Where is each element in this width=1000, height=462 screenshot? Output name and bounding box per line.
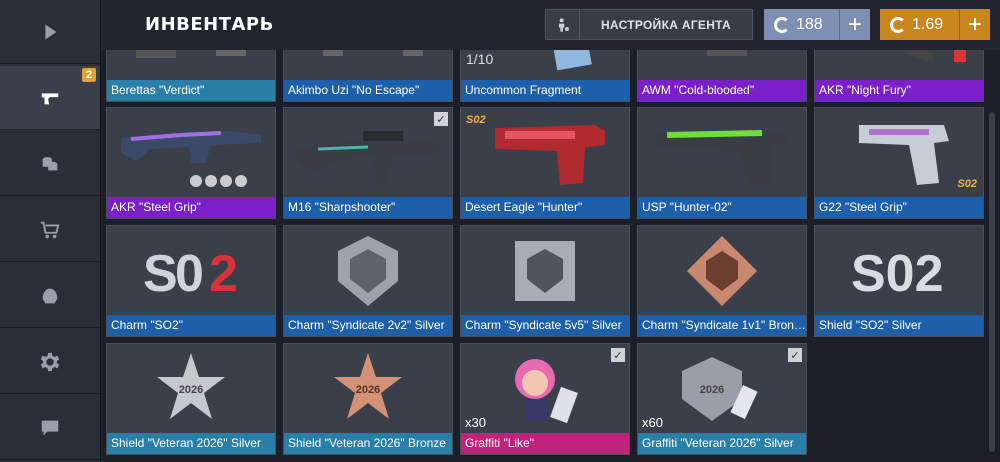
- helmet-icon: [42, 288, 58, 303]
- item-name: Shield "Veteran 2026" Bronze: [284, 433, 452, 454]
- item-image: [461, 344, 629, 433]
- item-name: G22 "Steel Grip": [815, 197, 983, 218]
- item-name: Shield "Veteran 2026" Silver: [107, 433, 275, 454]
- sidebar-item-chat[interactable]: [0, 396, 100, 460]
- inventory-item[interactable]: S02 Charm "SO2": [106, 225, 276, 337]
- item-name: Charm "Syndicate 2v2" Silver: [284, 315, 452, 336]
- agent-settings-label: НАСТРОЙКА АГЕНТА: [600, 17, 732, 32]
- item-image: [461, 108, 629, 197]
- item-name: USP "Hunter-02": [638, 197, 806, 218]
- inventory-item[interactable]: Charm "Syndicate 5v5" Silver: [460, 225, 630, 337]
- inventory-item[interactable]: Berettas "Verdict": [106, 50, 276, 102]
- item-name: Charm "Syndicate 5v5" Silver: [461, 315, 629, 336]
- coins-icon: [42, 156, 58, 170]
- inventory-item[interactable]: USP "Hunter-02": [637, 107, 807, 219]
- inventory-item[interactable]: 1/10 Uncommon Fragment: [460, 50, 630, 102]
- inventory-item[interactable]: S02 G22 "Steel Grip": [814, 107, 984, 219]
- item-name: Berettas "Verdict": [107, 80, 275, 101]
- inventory-item[interactable]: S02 Shield "SO2" Silver: [814, 225, 984, 337]
- item-image: [815, 50, 983, 80]
- item-image: [284, 226, 452, 315]
- silver-coin-icon: [774, 16, 790, 33]
- pistol-icon: [41, 92, 59, 104]
- item-name: Charm "Syndicate 1v1" Bronze: [638, 315, 806, 336]
- inventory-item[interactable]: AKR "Steel Grip": [106, 107, 276, 219]
- silver-balance: 188: [796, 15, 823, 33]
- shield-year: 2026: [356, 384, 380, 396]
- item-image: [638, 226, 806, 315]
- inventory-item[interactable]: 2026 Shield "Veteran 2026" Silver: [106, 343, 276, 455]
- sidebar: 2: [0, 0, 101, 462]
- inventory-item[interactable]: Charm "Syndicate 1v1" Bronze: [637, 225, 807, 337]
- item-name: Akimbo Uzi "No Escape": [284, 80, 452, 101]
- item-image: [284, 108, 452, 197]
- item-name: Desert Eagle "Hunter": [461, 197, 629, 218]
- inventory-item[interactable]: AWM "Cold-blooded": [637, 50, 807, 102]
- play-icon: [45, 24, 57, 39]
- item-name: AWM "Cold-blooded": [638, 80, 806, 101]
- graffiti-year: 2026: [700, 384, 724, 396]
- inventory-item[interactable]: S02 Desert Eagle "Hunter": [460, 107, 630, 219]
- item-name: AKR "Night Fury": [815, 80, 983, 101]
- inventory-grid: Berettas "Verdict" Akimbo Uzi "No Escape…: [106, 50, 986, 462]
- inventory-item[interactable]: 2026 Shield "Veteran 2026" Bronze: [283, 343, 453, 455]
- sidebar-item-inventory[interactable]: 2: [0, 66, 100, 130]
- item-image: S02: [815, 226, 983, 315]
- inventory-item[interactable]: ✓ x60 2026 Graffiti "Veteran 2026" Silve…: [637, 343, 807, 455]
- sidebar-item-agents[interactable]: [0, 264, 100, 328]
- inventory-item[interactable]: ✓ x30 Graffiti "Like": [460, 343, 630, 455]
- inventory-item[interactable]: AKR "Night Fury": [814, 50, 984, 102]
- gold-currency: 1.69 +: [880, 9, 990, 40]
- cart-icon: [40, 221, 60, 238]
- item-image: S02: [107, 226, 275, 315]
- item-name: AKR "Steel Grip": [107, 197, 275, 218]
- add-silver-button[interactable]: +: [839, 9, 870, 40]
- item-image: 2026: [284, 344, 452, 433]
- svg-text:0: 0: [175, 245, 204, 303]
- sidebar-item-play[interactable]: [0, 0, 100, 64]
- item-image: [461, 226, 629, 315]
- shield-year: 2026: [179, 384, 203, 396]
- sidebar-item-shop[interactable]: [0, 198, 100, 262]
- item-name: Graffiti "Like": [461, 433, 629, 454]
- silver-currency: 188 +: [764, 9, 870, 40]
- item-name: Charm "SO2": [107, 315, 275, 336]
- item-image: 2026: [638, 344, 806, 433]
- item-image: [461, 50, 629, 80]
- item-image: 2026: [107, 344, 275, 433]
- item-image: [107, 108, 275, 197]
- svg-text:S: S: [143, 245, 178, 303]
- chat-icon: [41, 420, 59, 435]
- agent-settings-button[interactable]: НАСТРОЙКА АГЕНТА: [545, 9, 753, 40]
- gold-balance: 1.69: [912, 15, 944, 33]
- sidebar-item-coins[interactable]: [0, 132, 100, 196]
- item-name: Shield "SO2" Silver: [815, 315, 983, 336]
- gold-coin-icon: [890, 16, 906, 33]
- inventory-item[interactable]: Akimbo Uzi "No Escape": [283, 50, 453, 102]
- item-name: Graffiti "Veteran 2026" Silver: [638, 433, 806, 454]
- item-image: [638, 50, 806, 80]
- item-name: M16 "Sharpshooter": [284, 197, 452, 218]
- svg-text:S02: S02: [851, 245, 944, 303]
- gear-icon: [40, 352, 60, 371]
- add-gold-button[interactable]: +: [959, 9, 990, 40]
- item-image: [815, 108, 983, 197]
- notification-badge: 2: [82, 68, 96, 82]
- scrollbar[interactable]: [989, 112, 995, 452]
- item-name: Uncommon Fragment: [461, 80, 629, 101]
- agent-icon: [546, 10, 580, 39]
- item-image: [638, 108, 806, 197]
- item-image: [284, 50, 452, 80]
- inventory-item[interactable]: ✓ M16 "Sharpshooter": [283, 107, 453, 219]
- sidebar-item-settings[interactable]: [0, 330, 100, 394]
- item-image: [107, 50, 275, 80]
- inventory-item[interactable]: Charm "Syndicate 2v2" Silver: [283, 225, 453, 337]
- page-title: ИНВЕНТАРЬ: [145, 14, 274, 35]
- svg-text:2: 2: [209, 245, 238, 303]
- header: ИНВЕНТАРЬ НАСТРОЙКА АГЕНТА 188 + 1.69 +: [101, 0, 1000, 50]
